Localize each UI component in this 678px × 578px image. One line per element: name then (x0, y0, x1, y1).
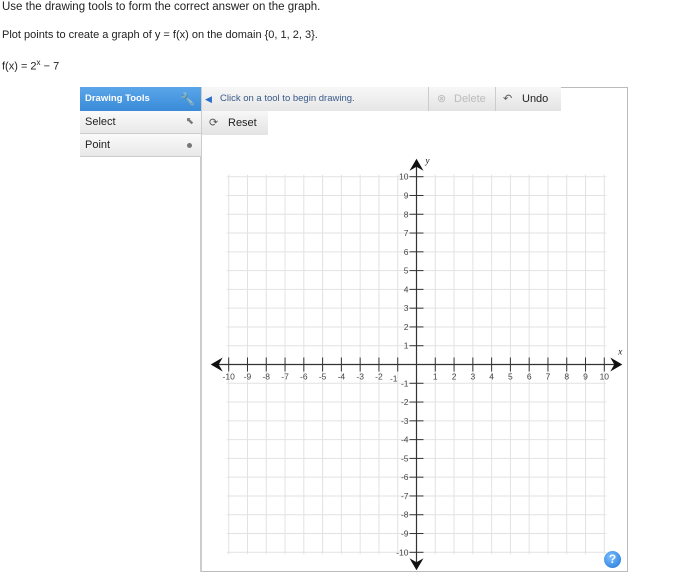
x-tick-label: 9 (583, 372, 588, 382)
x-tick-label: -5 (319, 372, 327, 382)
x-tick-label: 6 (527, 372, 532, 382)
y-tick-label: 6 (404, 247, 409, 257)
x-tick-label: 7 (546, 372, 551, 382)
y-tick-label: 10 (399, 172, 409, 182)
x-tick-label: -10 (223, 372, 236, 382)
x-tick-label: -8 (262, 372, 270, 382)
y-tick-label: -1 (401, 378, 409, 388)
x-tick-label: -2 (375, 372, 383, 382)
y-axis-label: y (425, 156, 430, 166)
x-tick-label: -4 (338, 372, 346, 382)
y-tick-label: -9 (401, 529, 409, 539)
y-tick-label: 2 (404, 322, 409, 332)
x-tick-label: -9 (244, 372, 252, 382)
x-axis-label: x (617, 347, 622, 357)
y-tick-label: -8 (401, 510, 409, 520)
x-tick-label: 2 (452, 372, 457, 382)
x-tick-label: -3 (356, 372, 364, 382)
x-tick-label: -6 (300, 372, 308, 382)
y-tick-label: -4 (401, 435, 409, 445)
y-tick-label: 1 (404, 341, 409, 351)
y-tick-label: -10 (396, 547, 409, 557)
y-tick-label: 3 (404, 303, 409, 313)
x-tick-label: 1 (433, 372, 438, 382)
y-tick-label: 4 (404, 284, 409, 294)
y-tick-label: 8 (404, 209, 409, 219)
x-tick-label: -1 (390, 374, 398, 384)
y-tick-label: 7 (404, 228, 409, 238)
x-tick-label: 4 (489, 372, 494, 382)
y-tick-label: -7 (401, 491, 409, 501)
x-tick-label: 8 (564, 372, 569, 382)
y-tick-label: -2 (401, 397, 409, 407)
y-tick-label: -6 (401, 472, 409, 482)
y-tick-label: 9 (404, 190, 409, 200)
help-button[interactable]: ? (604, 551, 621, 568)
coordinate-plane[interactable]: -10 -9 -8 -7 -6 -5 -4 -3 -2 -1 1 2 3 4 5 6 7 8 9 10 -10 -9 -8 -… (0, 0, 678, 578)
y-tick-label: 5 (404, 266, 409, 276)
x-tick-label: 3 (470, 372, 475, 382)
x-tick-label: 5 (508, 372, 513, 382)
x-tick-label: 10 (600, 372, 610, 382)
y-tick-label: -3 (401, 416, 409, 426)
x-tick-label: -7 (281, 372, 289, 382)
y-tick-label: -5 (401, 453, 409, 463)
